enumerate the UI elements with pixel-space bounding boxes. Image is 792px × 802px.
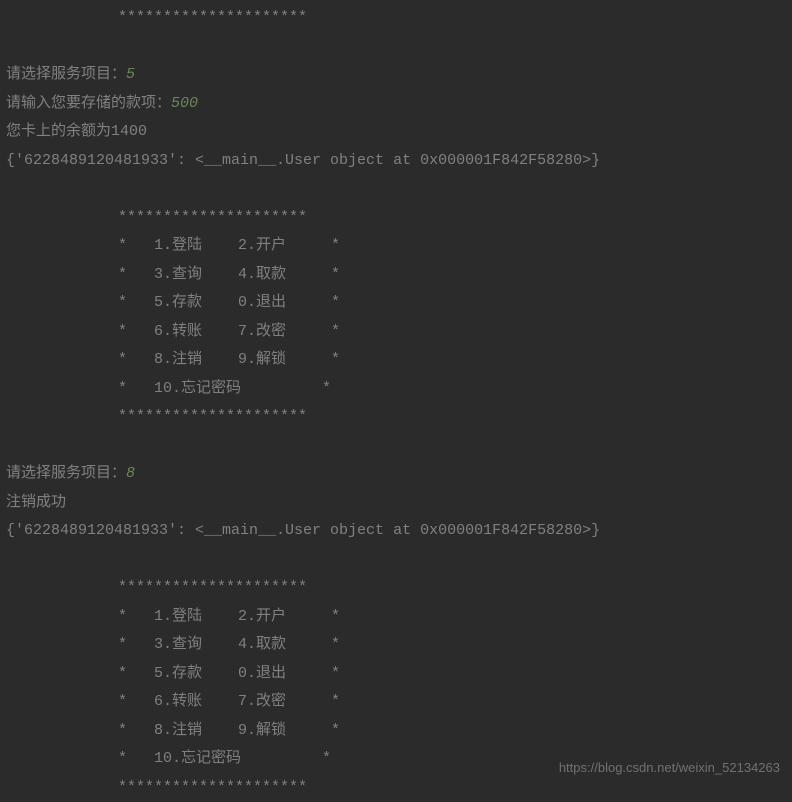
- blank-line: [6, 33, 786, 62]
- menu2-row2: * 3.查询 4.取款 *: [6, 631, 786, 660]
- menu1-row5: * 8.注销 9.解锁 *: [6, 346, 786, 375]
- blank-line: [6, 546, 786, 575]
- prompt-select-1: 请选择服务项目：5: [6, 61, 786, 90]
- prompt-select-label: 请选择服务项目：: [6, 66, 126, 83]
- menu1-border-top: *********************: [6, 204, 786, 233]
- prompt-select-label-2: 请选择服务项目：: [6, 465, 126, 482]
- blank-line: [6, 432, 786, 461]
- dict-line-1: {'6228489120481933': <__main__.User obje…: [6, 147, 786, 176]
- menu1-row4: * 6.转账 7.改密 *: [6, 318, 786, 347]
- prompt-deposit: 请输入您要存储的款项：500: [6, 90, 786, 119]
- menu1-row3: * 5.存款 0.退出 *: [6, 289, 786, 318]
- menu2-row4: * 6.转账 7.改密 *: [6, 688, 786, 717]
- dict-line-2: {'6228489120481933': <__main__.User obje…: [6, 517, 786, 546]
- logout-success: 注销成功: [6, 489, 786, 518]
- menu2-border-top: *********************: [6, 574, 786, 603]
- menu1-row6: * 10.忘记密码 *: [6, 375, 786, 404]
- menu-border-top-0: *********************: [6, 4, 786, 33]
- balance-line: 您卡上的余额为1400: [6, 118, 786, 147]
- menu2-row5: * 8.注销 9.解锁 *: [6, 717, 786, 746]
- prompt-deposit-label: 请输入您要存储的款项：: [6, 95, 171, 112]
- input-deposit: 500: [171, 95, 198, 112]
- blank-line: [6, 175, 786, 204]
- prompt-select-2: 请选择服务项目：8: [6, 460, 786, 489]
- menu2-row3: * 5.存款 0.退出 *: [6, 660, 786, 689]
- watermark: https://blog.csdn.net/weixin_52134263: [559, 756, 780, 781]
- input-select-2: 8: [126, 465, 135, 482]
- menu1-row2: * 3.查询 4.取款 *: [6, 261, 786, 290]
- menu1-row1: * 1.登陆 2.开户 *: [6, 232, 786, 261]
- menu2-row1: * 1.登陆 2.开户 *: [6, 603, 786, 632]
- menu1-border-bottom: *********************: [6, 403, 786, 432]
- input-select-1: 5: [126, 66, 135, 83]
